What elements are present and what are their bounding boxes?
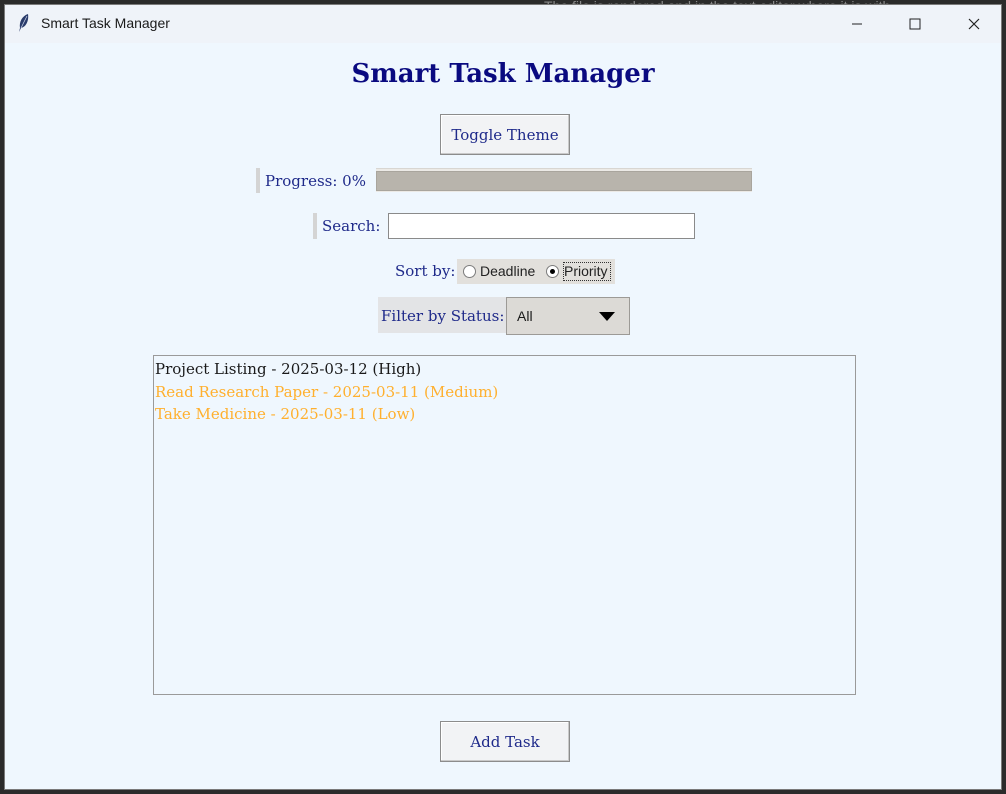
filter-label: Filter by Status: <box>381 307 505 325</box>
task-text: Read Research Paper - 2025-03-11 (Medium… <box>155 382 499 401</box>
close-button[interactable] <box>945 5 1001 43</box>
list-item[interactable]: Project Listing - 2025-03-12 (High) <box>155 358 855 381</box>
maximize-icon <box>909 18 921 30</box>
search-label: Search: <box>322 217 381 235</box>
task-list[interactable]: Project Listing - 2025-03-12 (High) Read… <box>153 355 856 695</box>
task-text: Take Medicine - 2025-03-11 (Low) <box>155 405 416 423</box>
search-label-edge <box>313 213 317 239</box>
list-item[interactable]: Take Medicine - 2025-03-11 (Low) <box>155 403 855 426</box>
app-window: Smart Task Manager Smart Task Manager To… <box>4 4 1002 790</box>
minimize-button[interactable] <box>828 5 886 43</box>
list-item[interactable]: Read Research Paper - 2025-03-11 (Medium… <box>155 381 855 404</box>
sort-label: Sort by: <box>395 262 456 280</box>
add-task-button[interactable]: Add Task <box>440 721 570 762</box>
toggle-theme-button[interactable]: Toggle Theme <box>440 114 570 155</box>
sort-deadline-radio[interactable] <box>463 265 476 278</box>
progress-label: Progress: 0% <box>265 172 366 190</box>
dropdown-arrow-icon[interactable] <box>599 312 615 321</box>
sort-radio-group: Deadline Priority <box>457 259 615 284</box>
search-input[interactable] <box>388 213 695 239</box>
task-text: Project Listing - 2025-03-12 (High) <box>155 360 422 378</box>
sort-priority-radio[interactable] <box>546 265 559 278</box>
sort-deadline-label[interactable]: Deadline <box>480 263 535 279</box>
status-filter-dropdown[interactable]: All <box>506 297 630 335</box>
status-filter-value: All <box>517 308 533 324</box>
progress-bar-trough <box>376 171 752 191</box>
app-heading: Smart Task Manager <box>351 59 655 89</box>
minimize-icon <box>852 23 862 25</box>
progress-bar <box>376 168 752 192</box>
window-title: Smart Task Manager <box>41 15 170 31</box>
progress-label-edge <box>256 168 260 193</box>
maximize-button[interactable] <box>886 5 944 43</box>
title-bar[interactable]: Smart Task Manager <box>5 5 1001 43</box>
feather-icon <box>19 14 29 32</box>
sort-priority-label[interactable]: Priority <box>564 263 608 279</box>
close-icon <box>968 18 980 30</box>
